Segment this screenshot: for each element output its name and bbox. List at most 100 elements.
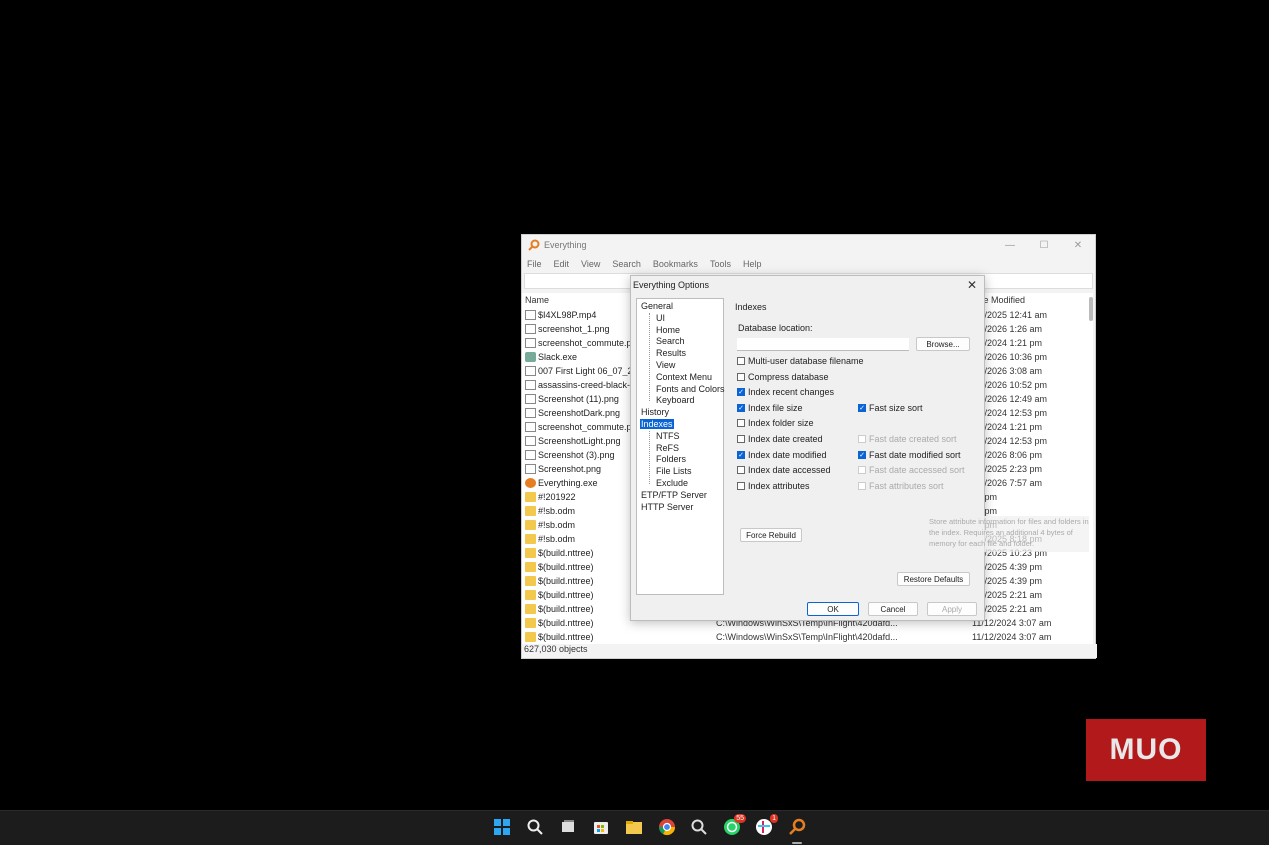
checkbox-unchecked-icon[interactable] xyxy=(737,481,745,490)
checkbox-label: Fast date modified sort xyxy=(869,449,961,460)
maximize-button[interactable]: ☐ xyxy=(1027,240,1061,251)
cancel-button[interactable]: Cancel xyxy=(868,602,918,616)
column-header-date-modified[interactable]: te Modified xyxy=(981,295,1025,305)
menu-file[interactable]: File xyxy=(527,259,542,269)
tree-item-folders[interactable]: Folders xyxy=(655,454,687,464)
slack-icon[interactable]: 1 xyxy=(754,814,778,838)
checkbox-index-folder-size[interactable]: Index folder size xyxy=(737,418,814,428)
database-location-field[interactable] xyxy=(737,338,909,351)
file-explorer-icon[interactable] xyxy=(624,818,644,838)
checkbox-label: Fast date created sort xyxy=(869,434,957,444)
whatsapp-icon[interactable]: 55 xyxy=(722,814,746,838)
tree-item-ui[interactable]: UI xyxy=(655,313,666,323)
tree-item-keyboard[interactable]: Keyboard xyxy=(655,395,696,405)
scrollbar[interactable] xyxy=(1089,297,1093,321)
windows-start-icon[interactable] xyxy=(492,818,512,838)
checkbox-fast-attributes-sort[interactable]: Fast attributes sort xyxy=(858,481,944,491)
chrome-icon[interactable] xyxy=(657,818,677,838)
checkbox-checked-icon[interactable]: ✓ xyxy=(737,403,745,412)
checkbox-checked-icon[interactable]: ✓ xyxy=(737,388,745,397)
tooltip: Store attribute information for files an… xyxy=(929,516,1089,552)
everything-file-icon xyxy=(525,478,536,488)
checkbox-label: Multi-user database filename xyxy=(748,356,864,366)
search-app-icon[interactable] xyxy=(689,818,709,838)
apply-button[interactable]: Apply xyxy=(927,602,977,616)
checkbox-unchecked-icon[interactable] xyxy=(858,466,866,475)
checkbox-unchecked-icon[interactable] xyxy=(737,435,745,443)
tree-item-refs[interactable]: ReFS xyxy=(655,443,680,453)
checkbox-multi-user-database-filename[interactable]: Multi-user database filename xyxy=(737,356,864,366)
tree-item-home[interactable]: Home xyxy=(655,325,681,335)
tree-item-search[interactable]: Search xyxy=(655,336,686,346)
tree-item-etp-ftp-server[interactable]: ETP/FTP Server xyxy=(640,490,708,500)
force-rebuild-button[interactable]: Force Rebuild xyxy=(740,528,802,542)
checkbox-fast-size-sort[interactable]: ✓ Fast size sort xyxy=(858,403,923,413)
checkbox-fast-date-created-sort[interactable]: Fast date created sort xyxy=(858,434,957,444)
row-name: ScreenshotLight.png xyxy=(538,436,621,446)
menu-tools[interactable]: Tools xyxy=(710,259,731,269)
row-name: $I4XL98P.mp4 xyxy=(538,310,597,320)
minimize-button[interactable]: — xyxy=(993,240,1027,251)
checkbox-index-file-size[interactable]: ✓ Index file size xyxy=(737,403,803,413)
column-header-name[interactable]: Name xyxy=(525,295,549,305)
row-name: Everything.exe xyxy=(538,478,598,488)
slack-badge: 1 xyxy=(770,814,778,823)
checkbox-index-attributes[interactable]: Index attributes xyxy=(737,481,810,491)
close-window-button[interactable]: ✕ xyxy=(1061,240,1095,251)
checkbox-checked-icon[interactable]: ✓ xyxy=(737,450,745,459)
tree-item-view[interactable]: View xyxy=(655,360,676,370)
task-view-icon[interactable] xyxy=(558,818,578,838)
menu-edit[interactable]: Edit xyxy=(554,259,570,269)
tree-item-history[interactable]: History xyxy=(640,407,670,417)
tree-item-indexes[interactable]: Indexes xyxy=(640,419,674,429)
menu-search[interactable]: Search xyxy=(612,259,641,269)
checkbox-unchecked-icon[interactable] xyxy=(737,372,745,381)
dialog-close-icon[interactable]: ✕ xyxy=(967,278,977,292)
checkbox-compress-database[interactable]: Compress database xyxy=(737,372,829,382)
menu-bookmarks[interactable]: Bookmarks xyxy=(653,259,698,269)
browse-button[interactable]: Browse... xyxy=(916,337,970,351)
row-name: $(build.nttree) xyxy=(538,576,594,586)
tree-item-context-menu[interactable]: Context Menu xyxy=(655,372,713,382)
checkbox-checked-icon[interactable]: ✓ xyxy=(858,450,866,459)
table-row[interactable]: $(build.nttree) C:\Windows\WinSxS\Temp\In… xyxy=(524,631,1092,645)
checkbox-label: Index attributes xyxy=(748,480,810,491)
tree-item-general[interactable]: General xyxy=(640,301,674,311)
checkbox-index-recent-changes[interactable]: ✓ Index recent changes xyxy=(737,387,834,397)
checkbox-index-date-created[interactable]: Index date created xyxy=(737,434,823,444)
checkbox-unchecked-icon[interactable] xyxy=(737,419,745,428)
indexes-panel: Indexes Database location: Browse... Mul… xyxy=(727,298,1089,595)
menu-help[interactable]: Help xyxy=(743,259,762,269)
checkbox-index-date-modified[interactable]: ✓ Index date modified xyxy=(737,450,827,460)
ok-button[interactable]: OK xyxy=(807,602,859,616)
tree-item-exclude[interactable]: Exclude xyxy=(655,478,689,488)
tree-item-results[interactable]: Results xyxy=(655,348,687,358)
tree-item-ntfs[interactable]: NTFS xyxy=(655,431,681,441)
restore-defaults-button[interactable]: Restore Defaults xyxy=(897,572,970,586)
row-name: $(build.nttree) xyxy=(538,604,594,614)
exe-icon xyxy=(525,352,536,362)
row-name: ScreenshotDark.png xyxy=(538,408,621,418)
everything-taskbar-icon[interactable] xyxy=(787,818,807,838)
options-tree: General UI Home Search Results View Context Me… xyxy=(636,298,726,595)
checkbox-unchecked-icon[interactable] xyxy=(858,481,866,490)
checkbox-checked-icon[interactable]: ✓ xyxy=(858,403,866,412)
file-icon xyxy=(525,324,536,334)
checkbox-index-date-accessed[interactable]: Index date accessed xyxy=(737,465,831,475)
tree-item-http-server[interactable]: HTTP Server xyxy=(640,502,694,512)
folder-icon xyxy=(525,618,536,628)
search-icon[interactable] xyxy=(525,818,545,838)
status-bar: 627,030 objects xyxy=(522,644,1097,658)
checkbox-unchecked-icon[interactable] xyxy=(737,357,745,365)
store-icon[interactable] xyxy=(591,818,611,838)
row-name: screenshot_1.png xyxy=(538,324,610,334)
title-bar[interactable]: Everything — ☐ ✕ xyxy=(522,235,1095,255)
dialog-title: Everything Options xyxy=(633,280,710,290)
menu-view[interactable]: View xyxy=(581,259,600,269)
checkbox-fast-date-modified-sort[interactable]: ✓ Fast date modified sort xyxy=(858,450,961,460)
checkbox-unchecked-icon[interactable] xyxy=(858,435,866,443)
tree-item-file-lists[interactable]: File Lists xyxy=(655,466,693,476)
tree-item-fonts-and-colors[interactable]: Fonts and Colors xyxy=(655,384,726,394)
checkbox-unchecked-icon[interactable] xyxy=(737,466,745,475)
checkbox-fast-date-accessed-sort[interactable]: Fast date accessed sort xyxy=(858,465,965,475)
